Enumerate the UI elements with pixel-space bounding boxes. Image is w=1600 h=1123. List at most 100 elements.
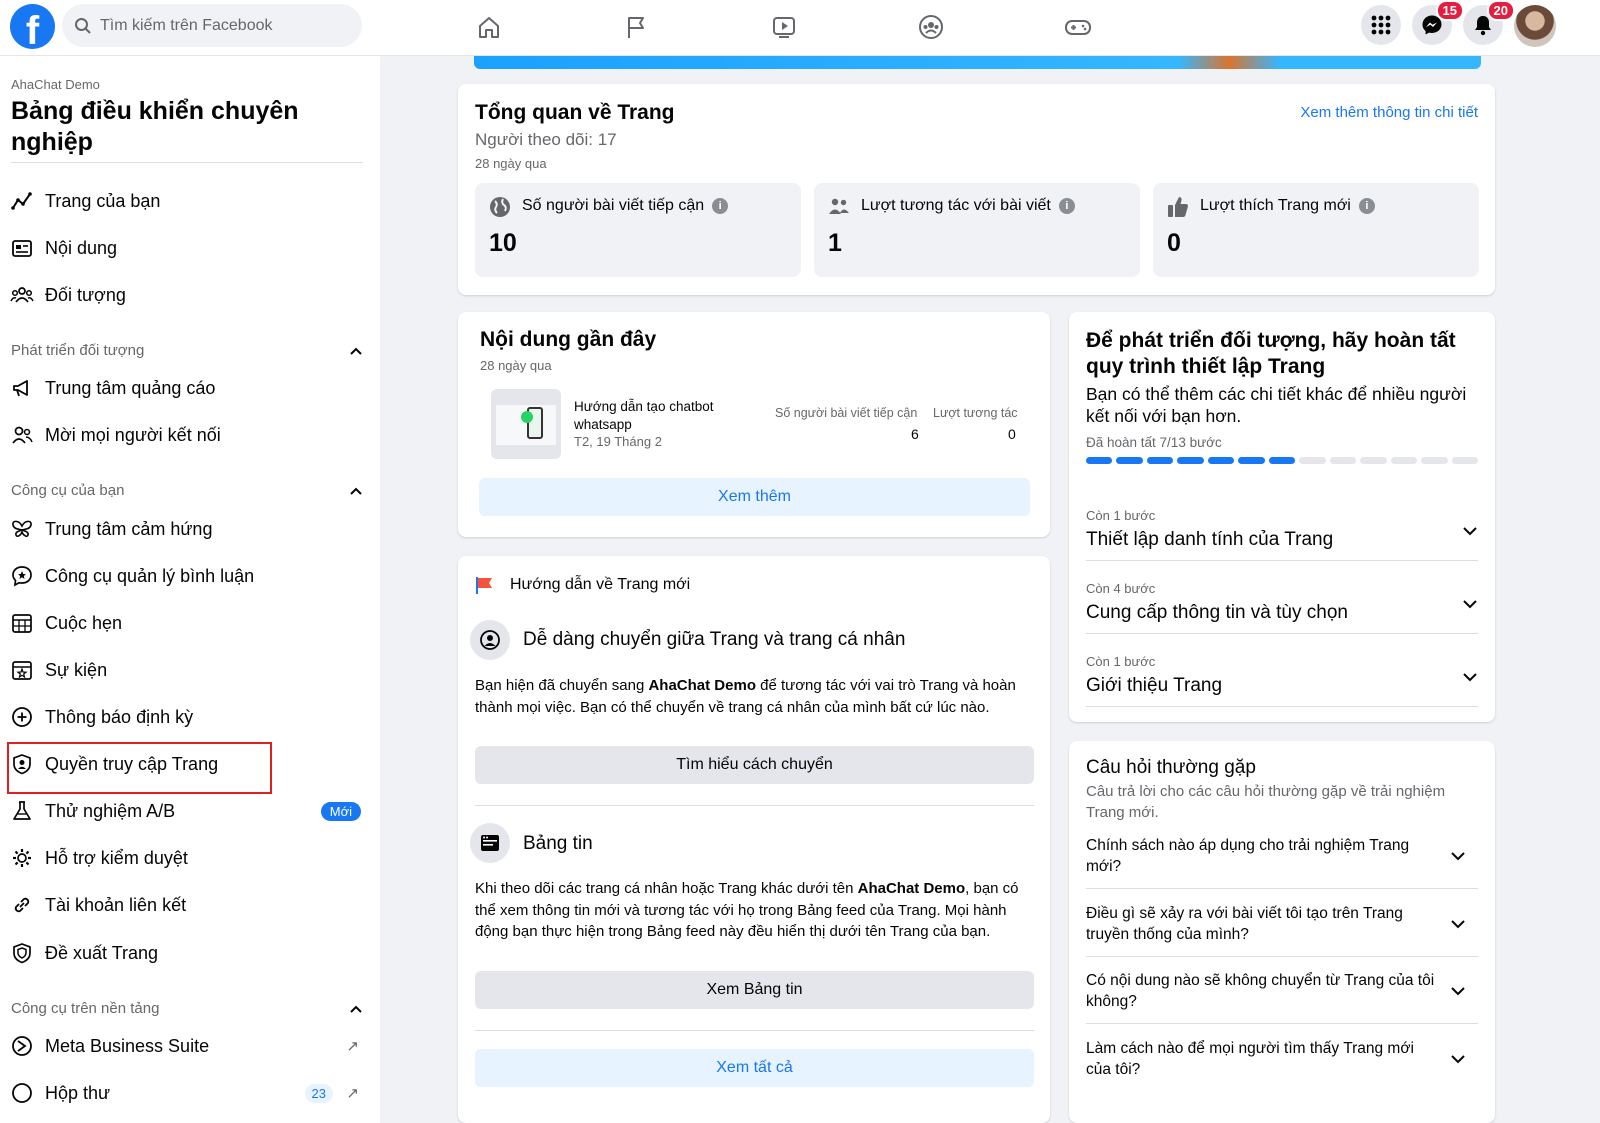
recent-title: Nội dung gần đây bbox=[480, 328, 657, 351]
stat-engagement[interactable]: Lượt tương tác với bài viết i 1 bbox=[814, 183, 1140, 277]
step-title: Cung cấp thông tin và tùy chọn bbox=[1086, 602, 1348, 623]
search-box[interactable]: Tìm kiếm trên Facebook bbox=[62, 4, 362, 47]
see-more-insights-link[interactable]: Xem thêm thông tin chi tiết bbox=[1300, 104, 1478, 121]
guide-header: Hướng dẫn về Trang mới bbox=[510, 576, 691, 593]
sidebar-item-label: Hộp thư bbox=[45, 1082, 111, 1103]
section-grow-audience[interactable]: Phát triển đối tượng bbox=[11, 342, 363, 359]
sidebar-item-content[interactable]: Nội dung bbox=[10, 228, 363, 268]
stat-reach[interactable]: Số người bài viết tiếp cận i 10 bbox=[475, 183, 801, 277]
megaphone-icon bbox=[10, 376, 34, 400]
progress-segment bbox=[1207, 457, 1235, 464]
chevron-down-icon bbox=[1463, 527, 1477, 536]
groups-icon[interactable] bbox=[911, 10, 951, 44]
sidebar-item-linked-accounts[interactable]: Tài khoản liên kết bbox=[10, 885, 363, 925]
sidebar-item-label: Sự kiện bbox=[45, 659, 108, 680]
view-feed-button[interactable]: Xem Bảng tin bbox=[475, 971, 1034, 1009]
feed-icon bbox=[470, 823, 510, 863]
post-title[interactable]: Hướng dẫn tạo chatbot whatsapp bbox=[574, 398, 764, 434]
progress-segment bbox=[1268, 457, 1296, 464]
sidebar-item-business-suite[interactable]: Meta Business Suite ↗ bbox=[10, 1026, 363, 1066]
sidebar-item-audience[interactable]: Đối tượng bbox=[10, 275, 363, 315]
info-icon[interactable]: i bbox=[1058, 198, 1075, 214]
butterfly-icon bbox=[10, 517, 34, 541]
sidebar-item-invite[interactable]: Mời mọi người kết nối bbox=[10, 415, 363, 455]
page-name: AhaChat Demo bbox=[857, 880, 966, 897]
progress-segment bbox=[1451, 457, 1478, 464]
sidebar-item-label: Meta Business Suite bbox=[45, 1035, 210, 1056]
sidebar-item-events[interactable]: Sự kiện bbox=[10, 650, 363, 690]
setup-step-identity[interactable]: Còn 1 bước Thiết lập danh tính của Trang bbox=[1086, 508, 1478, 560]
faq-question: Có nội dung nào sẽ không chuyển từ Trang… bbox=[1086, 972, 1435, 1010]
sidebar-item-inbox[interactable]: Hộp thư 23 ↗ bbox=[10, 1073, 363, 1113]
avatar[interactable] bbox=[1514, 5, 1556, 47]
sidebar-item-appointments[interactable]: Cuộc hẹn bbox=[10, 603, 363, 643]
faq-item[interactable]: Làm cách nào để mọi người tìm thấy Trang… bbox=[1086, 1038, 1478, 1080]
step-remaining: Còn 4 bước bbox=[1086, 581, 1156, 596]
see-all-button[interactable]: Xem tất cả bbox=[475, 1049, 1034, 1087]
faq-question: Làm cách nào để mọi người tìm thấy Trang… bbox=[1086, 1040, 1414, 1078]
sidebar-item-label: Hỗ trợ kiểm duyệt bbox=[45, 847, 188, 868]
faq-subtitle: Câu trả lời cho các câu hỏi thường gặp v… bbox=[1086, 783, 1446, 821]
divider bbox=[475, 805, 1034, 806]
chevron-down-icon bbox=[1463, 600, 1477, 609]
gaming-icon[interactable] bbox=[1058, 10, 1098, 44]
stat-label: Lượt thích Trang mới bbox=[1200, 197, 1351, 214]
overview-period: 28 ngày qua bbox=[475, 156, 547, 171]
menu-grid-button[interactable] bbox=[1361, 5, 1401, 45]
external-arrow-icon: ↗ bbox=[346, 1085, 359, 1102]
setup-title: Để phát triển đối tượng, hãy hoàn tất qu… bbox=[1086, 329, 1456, 378]
progress-segment bbox=[1421, 457, 1448, 464]
sidebar-item-comment-tool[interactable]: Công cụ quản lý bình luận bbox=[10, 556, 363, 596]
stat-new-likes[interactable]: Lượt thích Trang mới i 0 bbox=[1153, 183, 1479, 277]
setup-step-intro[interactable]: Còn 1 bước Giới thiệu Trang bbox=[1086, 654, 1478, 706]
sidebar-item-inspiration[interactable]: Trung tâm cảm hứng bbox=[10, 509, 363, 549]
info-icon[interactable]: i bbox=[712, 198, 729, 214]
sidebar-item-ad-center[interactable]: Trung tâm quảng cáo bbox=[10, 368, 363, 408]
sidebar-item-ab-test[interactable]: Thử nghiệm A/B Mới bbox=[10, 791, 363, 831]
page-name: AhaChat Demo bbox=[648, 677, 756, 694]
sidebar-title: Bảng điều khiển chuyên nghiệp bbox=[11, 97, 299, 156]
shield-icon bbox=[10, 941, 34, 965]
people-icon bbox=[827, 195, 851, 219]
sidebar-item-moderation-assist[interactable]: Hỗ trợ kiểm duyệt bbox=[10, 838, 363, 878]
messenger-button[interactable]: 15 bbox=[1412, 0, 1464, 45]
section-your-tools[interactable]: Công cụ của bạn bbox=[11, 482, 363, 499]
sidebar-item-label: Trung tâm quảng cáo bbox=[45, 377, 216, 398]
overview-title: Tổng quan về Trang bbox=[475, 101, 675, 124]
flag-icon[interactable] bbox=[616, 10, 656, 44]
stat-label: Số người bài viết tiếp cận bbox=[522, 197, 705, 214]
inbox-icon bbox=[10, 1081, 34, 1105]
progress-segment bbox=[1146, 457, 1174, 464]
sidebar-item-your-page[interactable]: Trang của bạn bbox=[10, 181, 363, 221]
faq-item[interactable]: Điều gì sẽ xảy ra với bài viết tôi tạo t… bbox=[1086, 903, 1478, 945]
post-thumbnail[interactable] bbox=[491, 389, 561, 459]
section-platform-tools[interactable]: Công cụ trên nền tảng bbox=[11, 1000, 363, 1017]
step-remaining: Còn 1 bước bbox=[1086, 508, 1156, 523]
info-icon[interactable]: i bbox=[1358, 198, 1375, 214]
notifications-button[interactable]: 20 bbox=[1463, 0, 1515, 45]
stat-value: 10 bbox=[489, 229, 517, 257]
see-more-button[interactable]: Xem thêm bbox=[479, 478, 1030, 516]
sidebar-item-page-recommendation[interactable]: Đề xuất Trang bbox=[10, 933, 363, 973]
faq-item[interactable]: Chính sách nào áp dụng cho trải nghiệm T… bbox=[1086, 835, 1478, 877]
faq-item[interactable]: Có nội dung nào sẽ không chuyển từ Trang… bbox=[1086, 970, 1478, 1012]
feed-section-title: Bảng tin bbox=[523, 833, 593, 854]
learn-switch-button[interactable]: Tìm hiểu cách chuyển bbox=[475, 746, 1034, 784]
content-icon bbox=[10, 236, 34, 260]
switch-profile-icon bbox=[470, 620, 510, 660]
video-icon[interactable] bbox=[764, 10, 804, 44]
column-reach: Số người bài viết tiếp cận bbox=[775, 406, 918, 420]
sidebar-item-label: Trung tâm cảm hứng bbox=[45, 518, 213, 539]
engagement-value: 0 bbox=[1008, 426, 1016, 442]
chevron-down-icon bbox=[1451, 852, 1465, 861]
inbox-count-badge: 23 bbox=[304, 1083, 333, 1103]
progress-segment bbox=[1360, 457, 1387, 464]
setup-step-info[interactable]: Còn 4 bước Cung cấp thông tin và tùy chọ… bbox=[1086, 581, 1478, 633]
facebook-logo[interactable]: f bbox=[10, 4, 55, 49]
sidebar-item-recurring-notifications[interactable]: Thông báo định kỳ bbox=[10, 697, 363, 737]
messenger-badge: 15 bbox=[1435, 0, 1464, 21]
switch-section-title: Dễ dàng chuyển giữa Trang và trang cá nh… bbox=[523, 629, 906, 650]
highlight-box bbox=[7, 742, 272, 794]
home-icon[interactable] bbox=[469, 10, 509, 44]
column-engagement: Lượt tương tác bbox=[933, 406, 1018, 420]
